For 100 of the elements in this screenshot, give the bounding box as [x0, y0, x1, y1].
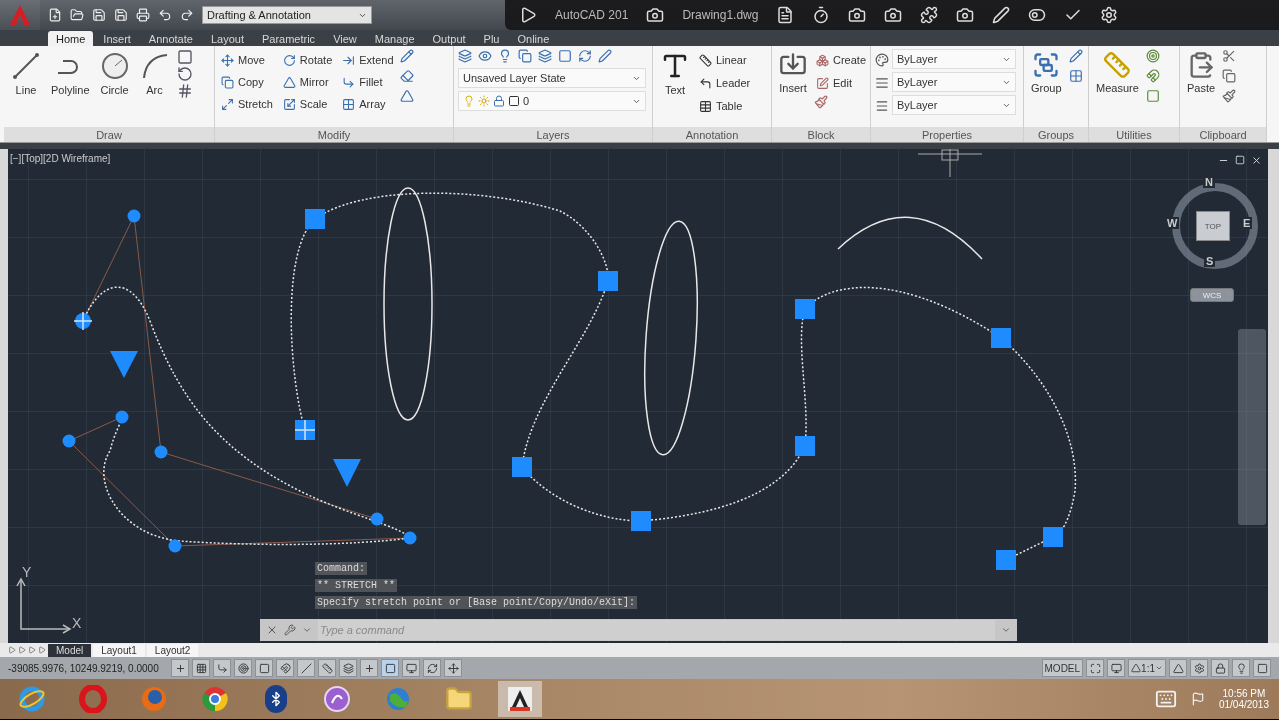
grip-point[interactable]	[62, 434, 76, 448]
grip-square[interactable]	[795, 436, 815, 456]
ribbon-tab[interactable]: Online	[509, 31, 558, 46]
block-tool-button[interactable]: Edit	[814, 72, 869, 94]
panel-title[interactable]: Block	[772, 127, 870, 142]
camera-icon[interactable]	[646, 6, 665, 24]
notepad-icon[interactable]	[776, 6, 795, 24]
draw-tool-button[interactable]: Arc	[136, 49, 173, 98]
status-toggle-button[interactable]	[1190, 659, 1208, 677]
triangle-icon[interactable]	[399, 89, 414, 103]
property-dropdown[interactable]: ByLayer	[892, 72, 1016, 92]
last-tab-icon[interactable]	[38, 646, 46, 654]
redo-icon[interactable]	[180, 8, 194, 22]
property-dropdown[interactable]: ByLayer	[892, 95, 1016, 115]
caret-icon[interactable]	[302, 625, 312, 635]
print-icon[interactable]	[136, 8, 150, 22]
brush-icon[interactable]	[814, 95, 828, 109]
selected-grip[interactable]	[294, 419, 316, 441]
status-toggle-button[interactable]	[1211, 659, 1229, 677]
grip-point[interactable]	[370, 512, 384, 526]
grip-square[interactable]	[996, 550, 1016, 570]
selected-grip[interactable]	[73, 311, 93, 331]
status-toggle-button[interactable]	[339, 659, 357, 677]
grip-square[interactable]	[631, 511, 651, 531]
panel-title[interactable]: Annotation	[653, 127, 771, 142]
grip-triangle[interactable]	[333, 459, 361, 487]
layers-icon[interactable]	[538, 49, 552, 63]
status-toggle-button[interactable]	[192, 659, 210, 677]
annotation-tool-button[interactable]: Table	[697, 95, 753, 117]
rectangle-icon[interactable]	[176, 49, 193, 65]
close-icon[interactable]	[266, 624, 278, 636]
modify-tool-button[interactable]: Copy	[219, 71, 275, 93]
grip-point[interactable]	[115, 410, 129, 424]
draw-tool-button[interactable]: Polyline	[48, 49, 93, 98]
modify-tool-button[interactable]: Scale	[280, 93, 335, 115]
ribbon-tab[interactable]: Plu	[475, 31, 508, 46]
save-icon[interactable]	[114, 8, 128, 22]
status-toggle-button[interactable]	[444, 659, 462, 677]
draw-tool-button[interactable]: Line	[8, 49, 44, 98]
status-toggle-button[interactable]	[1086, 659, 1105, 677]
layer-dropdown[interactable]: 0	[458, 91, 646, 111]
grip-square[interactable]	[598, 271, 618, 291]
puzzle-icon[interactable]	[920, 6, 939, 24]
save-icon[interactable]	[92, 8, 106, 22]
group-tool-button[interactable]: Group	[1028, 49, 1065, 96]
measure-tool-button[interactable]: Measure	[1093, 49, 1142, 96]
modify-tool-button[interactable]: Mirror	[280, 71, 335, 93]
grip-point[interactable]	[168, 539, 182, 553]
ribbon-tab[interactable]: Output	[424, 31, 474, 46]
status-toggle-button[interactable]	[213, 659, 231, 677]
status-toggle-button[interactable]	[297, 659, 315, 677]
pencil-icon[interactable]	[399, 49, 414, 63]
first-tab-icon[interactable]	[8, 646, 16, 654]
panel-title[interactable]: Clipboard	[1180, 127, 1266, 142]
layout-tab[interactable]: Layout1	[93, 643, 145, 657]
command-input[interactable]: Type a command	[318, 620, 995, 640]
status-toggle-button[interactable]	[1232, 659, 1250, 677]
text-tool-button[interactable]: Text	[657, 49, 693, 98]
draw-tool-button[interactable]: Circle	[96, 49, 133, 98]
status-toggle-button[interactable]	[255, 659, 273, 677]
grip-square[interactable]	[512, 457, 532, 477]
ribbon-tab[interactable]: Layout	[202, 31, 252, 46]
layer-state-dropdown[interactable]: Unsaved Layer State	[458, 68, 646, 88]
caret-icon[interactable]	[1001, 625, 1011, 635]
square-icon[interactable]	[558, 49, 572, 63]
scissors-icon[interactable]	[1222, 49, 1237, 63]
restore-icon[interactable]	[1235, 155, 1245, 165]
grip-point[interactable]	[154, 445, 168, 459]
lightbulb-icon[interactable]	[498, 49, 512, 63]
panel-title[interactable]: Draw	[4, 127, 214, 142]
target-icon[interactable]	[1145, 49, 1160, 63]
status-toggle-button[interactable]	[276, 659, 294, 677]
annotation-tool-button[interactable]: Leader	[697, 72, 753, 94]
panel-title[interactable]: Properties	[871, 127, 1023, 142]
eye-icon[interactable]	[478, 49, 492, 63]
status-toggle-button[interactable]	[360, 659, 378, 677]
annotation-scale-button[interactable]: 1:1	[1128, 659, 1166, 677]
ribbon-tab[interactable]: Manage	[366, 31, 423, 46]
copy-icon[interactable]	[1222, 69, 1237, 83]
magnet-icon[interactable]	[1145, 69, 1160, 83]
grip-point[interactable]	[403, 531, 417, 545]
layers-icon[interactable]	[458, 49, 472, 63]
open-folder-icon[interactable]	[70, 8, 84, 22]
ribbon-tab[interactable]: Annotate	[140, 31, 201, 46]
panel-title[interactable]: Modify	[215, 127, 453, 142]
block-tool-button[interactable]: Create	[814, 49, 869, 71]
keyboard-icon[interactable]	[1154, 688, 1177, 710]
new-file-icon[interactable]	[48, 8, 62, 22]
undo-icon[interactable]	[158, 8, 172, 22]
workspace-dropdown[interactable]: Drafting & Annotation	[202, 6, 372, 24]
play-icon[interactable]	[519, 6, 537, 24]
pencil-icon[interactable]	[1068, 49, 1083, 63]
wrench-icon[interactable]	[284, 624, 296, 636]
layout-tab[interactable]: Layout2	[146, 643, 199, 657]
camera-icon[interactable]	[884, 6, 903, 24]
panel-title[interactable]: Utilities	[1089, 127, 1179, 142]
grip-square[interactable]	[795, 299, 815, 319]
modify-tool-button[interactable]: Stretch	[219, 93, 275, 115]
square-icon[interactable]	[1145, 89, 1160, 103]
grip-triangle[interactable]	[110, 351, 138, 378]
